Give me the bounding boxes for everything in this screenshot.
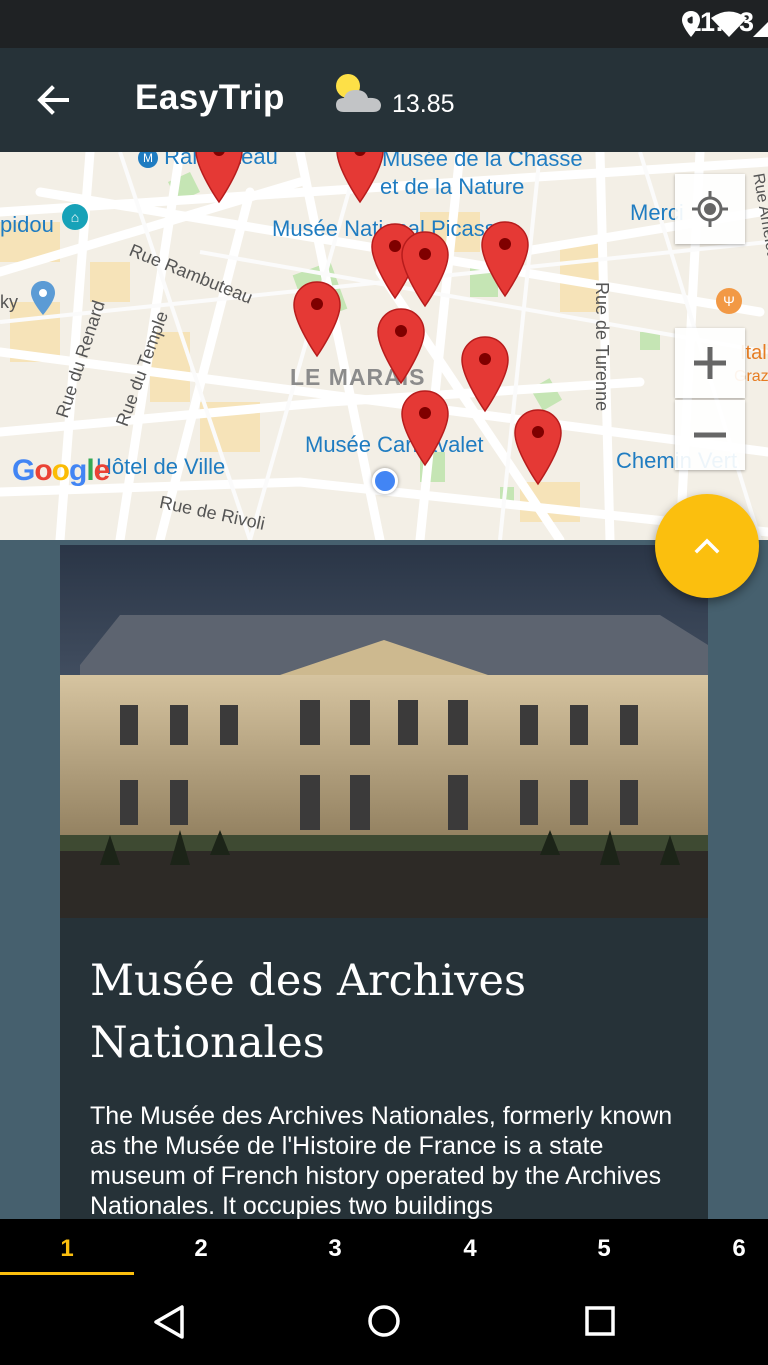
restaurant-icon: Ψ <box>716 288 742 314</box>
tab-3[interactable]: 3 <box>268 1219 402 1277</box>
map-label-pompidou: pidou <box>0 212 54 237</box>
map-pin-icon <box>195 152 243 204</box>
map-pin-icon <box>401 231 449 308</box>
map-label-carnavalet: Musée Carnavalet <box>305 432 484 457</box>
museum-icon: ⌂ <box>62 204 88 230</box>
map-label-ky: ky <box>0 292 18 312</box>
map-pin[interactable] <box>460 335 510 413</box>
minus-icon <box>694 432 726 438</box>
tab-6[interactable]: 6 <box>672 1219 768 1277</box>
status-time: 11:03 <box>686 7 754 37</box>
map-pin[interactable] <box>335 152 385 204</box>
map-pin-icon <box>336 152 384 204</box>
nav-home-button[interactable] <box>354 1297 414 1347</box>
circle-home-icon <box>368 1305 400 1337</box>
plus-icon <box>694 347 726 379</box>
system-nav-bar <box>0 1277 768 1365</box>
tab-2[interactable]: 2 <box>134 1219 268 1277</box>
map-pin-icon <box>481 221 529 298</box>
status-bar: 11:03 <box>0 0 768 48</box>
place-description: The Musée des Archives Nationales, forme… <box>90 1102 673 1219</box>
map-pin[interactable] <box>400 230 450 308</box>
zoom-out-button[interactable] <box>675 400 745 470</box>
map-pin-icon <box>401 390 449 467</box>
map-label-musee-chasse-2: et de la Nature <box>380 174 525 199</box>
map-pin[interactable] <box>194 152 244 204</box>
page-tabs: 1 2 3 4 5 6 <box>0 1219 768 1277</box>
metro-icon: M <box>138 152 158 169</box>
map-view[interactable]: M Rambuteau Musée de la Chasse et de la … <box>0 152 768 540</box>
map-pin[interactable] <box>513 408 563 486</box>
map-pin[interactable] <box>480 220 530 298</box>
crosshair-icon <box>692 191 728 227</box>
tab-5[interactable]: 5 <box>537 1219 671 1277</box>
map-pin-icon <box>377 308 425 385</box>
place-title: Musée des Archives Nationales <box>90 956 527 1068</box>
zoom-in-button[interactable] <box>675 328 745 398</box>
map-label-hotel-de-ville: Hôtel de Ville <box>96 454 226 479</box>
map-pin[interactable] <box>400 389 450 467</box>
temperature-reading: 13.85 <box>392 90 455 118</box>
place-marker-icon <box>30 280 56 316</box>
app-title: EasyTrip <box>135 78 285 117</box>
expand-button[interactable] <box>655 494 759 598</box>
map-pin-icon <box>514 409 562 486</box>
cell-signal-icon <box>753 22 768 37</box>
app-bar: EasyTrip 13.85 <box>0 48 768 152</box>
nav-recents-button[interactable] <box>570 1297 630 1347</box>
tab-1[interactable]: 1 <box>0 1219 134 1277</box>
partly-cloudy-icon <box>336 74 381 112</box>
map-pin-icon <box>461 336 509 413</box>
place-photo <box>60 545 708 918</box>
back-arrow-icon <box>37 85 69 115</box>
square-recents-icon <box>585 1306 615 1336</box>
google-logo: Google <box>12 454 110 487</box>
current-location-dot <box>372 468 398 494</box>
map-pin[interactable] <box>376 307 426 385</box>
chevron-up-icon <box>694 538 720 554</box>
map-label-rue-turenne: Rue de Turenne <box>592 282 612 412</box>
triangle-back-icon <box>154 1305 184 1339</box>
back-button[interactable] <box>24 76 80 124</box>
map-label-musee-chasse: Musée de la Chasse <box>382 152 583 171</box>
nav-back-button[interactable] <box>138 1297 198 1347</box>
map-pin[interactable] <box>292 280 342 358</box>
tab-4[interactable]: 4 <box>403 1219 537 1277</box>
map-pin-icon <box>293 281 341 358</box>
my-location-button[interactable] <box>675 174 745 244</box>
place-card[interactable]: Musée des Archives Nationales The Musée … <box>60 545 708 1219</box>
